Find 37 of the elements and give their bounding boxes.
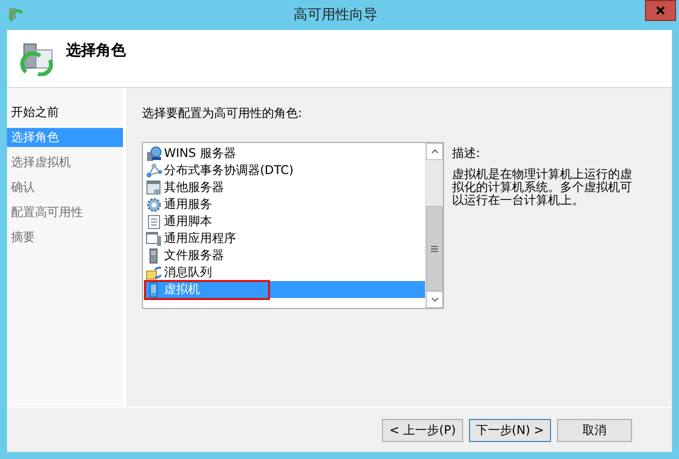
envelope-arrows-icon: [146, 264, 162, 280]
step-item: 开始之前: [10, 104, 60, 121]
network-nodes-icon: [146, 162, 162, 178]
role-item[interactable]: 文件服务器: [146, 247, 425, 264]
description-label: 描述:: [452, 145, 482, 162]
close-icon: [656, 6, 665, 15]
role-item[interactable]: 消息队列: [146, 264, 425, 281]
window-title: 高可用性向导: [292, 6, 378, 24]
wizard-button[interactable]: < 上一步(P): [382, 418, 463, 442]
role-item[interactable]: 通用应用程序: [146, 230, 425, 247]
step-item: 摘要: [10, 229, 36, 246]
server-globe-icon: [146, 146, 162, 162]
scrollbar[interactable]: [425, 143, 443, 308]
page-title: 选择角色: [66, 40, 126, 62]
role-item[interactable]: 其他服务器: [146, 179, 425, 196]
chevron-up-icon: [430, 149, 438, 154]
step-item: 确认: [10, 179, 36, 196]
gear-icon: [146, 196, 162, 212]
step-item: 配置高可用性: [10, 204, 84, 221]
role-item[interactable]: 通用服务: [146, 196, 425, 213]
prompt-text: 选择要配置为高可用性的角色:: [142, 105, 304, 122]
wizard-button[interactable]: 取消: [557, 418, 632, 442]
wizard-button[interactable]: 下一步(N) >: [468, 418, 551, 442]
chevron-down-icon: [430, 297, 438, 302]
cluster-icon: [20, 42, 56, 76]
cluster-icon: [8, 7, 26, 23]
role-item[interactable]: WINS 服务器: [146, 145, 425, 162]
application-window-icon: [146, 230, 162, 246]
server-window-icon: [146, 180, 162, 196]
step-item: 选择角色: [7, 128, 123, 147]
grip-icon: [431, 246, 438, 252]
close-button[interactable]: [645, 0, 676, 21]
script-document-icon: [146, 214, 162, 230]
step-item: 选择虚拟机: [10, 154, 72, 171]
role-item[interactable]: 通用脚本: [146, 213, 425, 230]
description-text: 虚拟机是在物理计算机上运行的虚拟化的计算机系统。多个虚拟机可以运行在一台计算机上。: [452, 168, 633, 207]
role-item[interactable]: 分布式事务协调器(DTC): [146, 162, 425, 179]
